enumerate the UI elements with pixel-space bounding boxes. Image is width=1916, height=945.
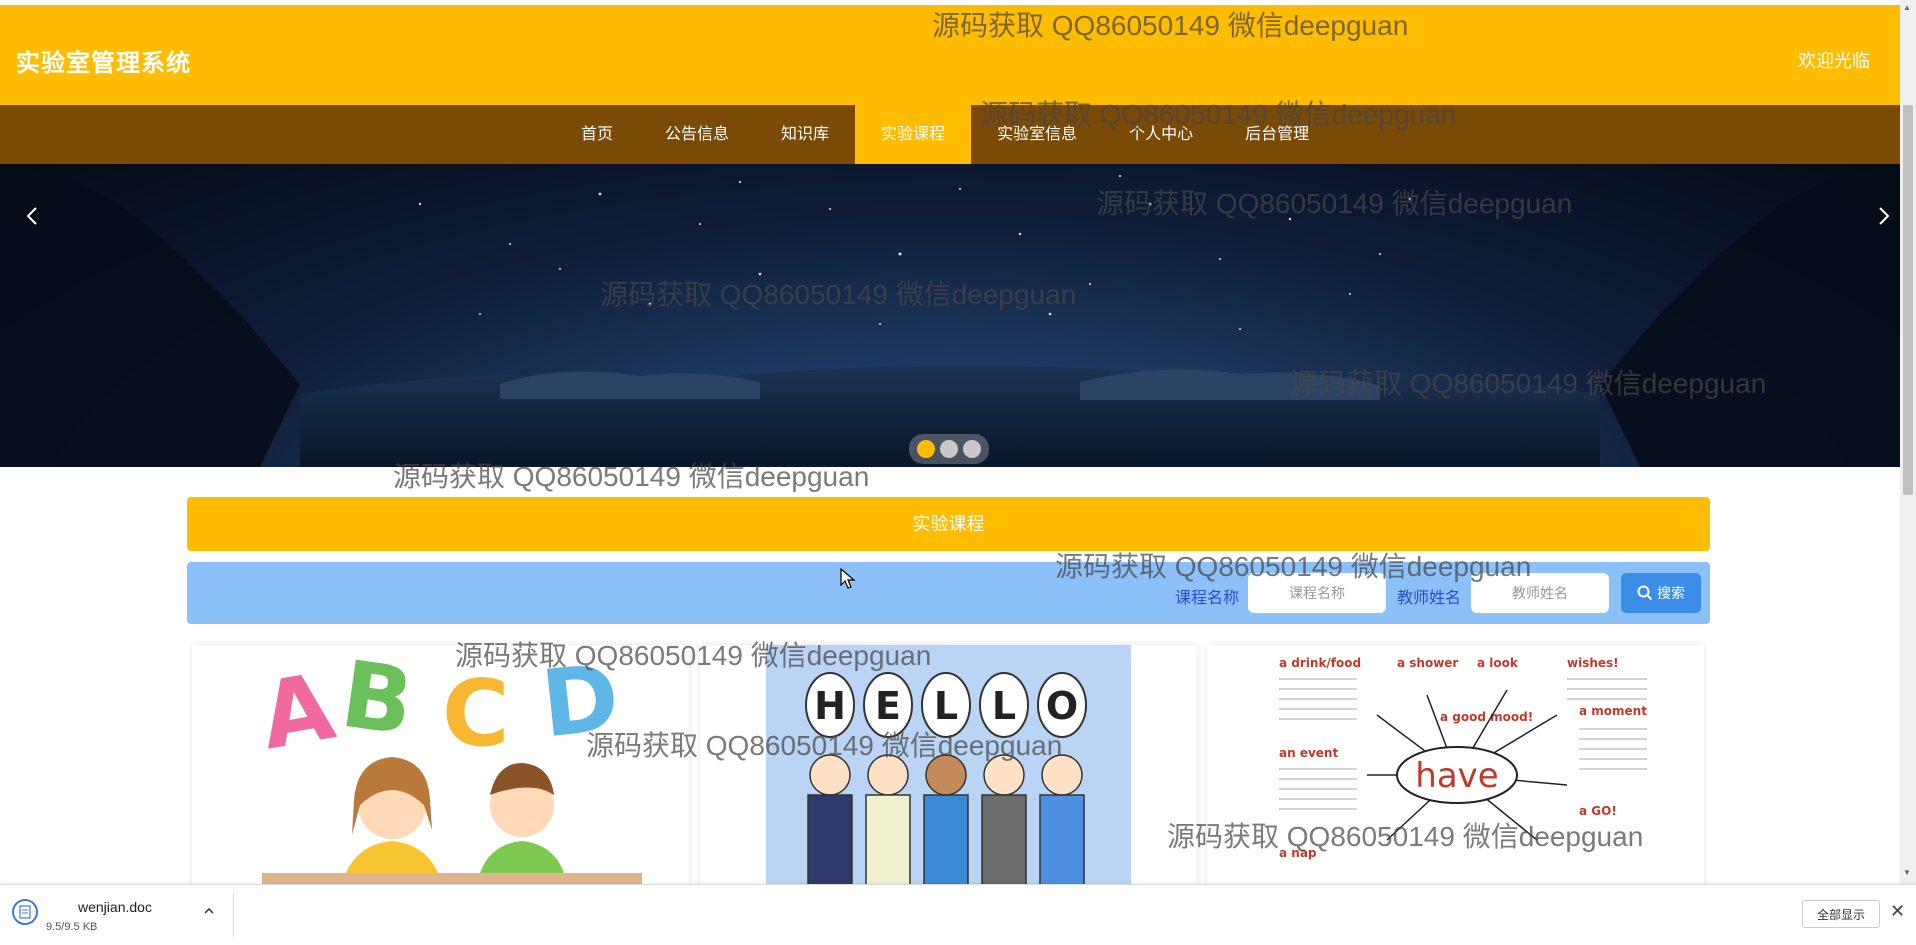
course-image-3: a drink/food a shower a look wishes! an … (1207, 645, 1704, 885)
shelf-divider (233, 893, 234, 937)
svg-text:an event: an event (1279, 746, 1338, 760)
download-shelf: wenjian.doc 9.5/9.5 KB 全部显示 ✕ (0, 884, 1916, 945)
main-nav: 首页 公告信息 知识库 实验课程 实验室信息 个人中心 后台管理 (0, 105, 1900, 164)
svg-text:O: O (1046, 684, 1078, 728)
svg-text:a shower: a shower (1397, 656, 1458, 670)
svg-text:a drink/food: a drink/food (1279, 656, 1361, 670)
carousel-dots (909, 434, 989, 464)
course-card-1[interactable]: A B C D (192, 645, 689, 885)
chevron-left-icon (26, 207, 37, 225)
carousel-dot-1[interactable] (916, 440, 935, 458)
search-bar: 课程名称 教师姓名 搜索 (187, 562, 1710, 624)
mouse-cursor-icon (840, 568, 856, 589)
svg-text:have: have (1415, 756, 1498, 796)
course-image-2: HEL LO (700, 645, 1197, 885)
download-file-name[interactable]: wenjian.doc (78, 899, 152, 915)
svg-text:a moment: a moment (1579, 704, 1647, 718)
page-scrollbar[interactable]: ▲ ▼ (1900, 0, 1916, 944)
site-title[interactable]: 实验室管理系统 (16, 43, 191, 78)
svg-text:H: H (814, 684, 846, 728)
svg-text:B: B (335, 645, 419, 756)
banner-image (0, 164, 1900, 467)
search-icon (1637, 585, 1653, 601)
doc-glyph-icon (19, 905, 31, 919)
svg-text:C: C (442, 660, 510, 767)
course-card-2[interactable]: HEL LO (700, 645, 1197, 885)
carousel-dot-3[interactable] (963, 440, 982, 458)
nav-item-courses[interactable]: 实验课程 (855, 105, 972, 164)
nav-item-home[interactable]: 首页 (555, 105, 639, 164)
document-file-icon[interactable] (12, 899, 38, 925)
svg-text:L: L (992, 684, 1016, 728)
nav-item-admin[interactable]: 后台管理 (1219, 105, 1335, 164)
svg-text:a look: a look (1477, 656, 1519, 670)
download-options-chevron-icon[interactable] (203, 903, 215, 919)
chevron-up-icon (204, 907, 214, 914)
course-image-1: A B C D (192, 645, 689, 885)
section-title: 实验课程 (187, 497, 1710, 551)
close-icon[interactable]: ✕ (1890, 902, 1905, 920)
nav-items: 首页 公告信息 知识库 实验课程 实验室信息 个人中心 后台管理 (555, 105, 1335, 164)
teacher-name-input[interactable] (1471, 573, 1609, 613)
scroll-thumb[interactable] (1903, 105, 1913, 495)
svg-text:D: D (537, 645, 624, 758)
page: 实验室管理系统 欢迎光临 首页 公告信息 知识库 实验课程 实验室信息 个人中心… (0, 0, 1900, 944)
show-all-downloads-button[interactable]: 全部显示 (1802, 900, 1880, 928)
svg-text:a GO!: a GO! (1579, 804, 1617, 818)
scroll-down-arrow-icon[interactable]: ▼ (1903, 868, 1911, 877)
svg-text:wishes!: wishes! (1567, 656, 1619, 670)
svg-text:a nap: a nap (1279, 846, 1317, 860)
nav-item-profile[interactable]: 个人中心 (1103, 105, 1219, 164)
header: 实验室管理系统 欢迎光临 (0, 5, 1900, 105)
banner-carousel (0, 164, 1900, 467)
course-name-input[interactable] (1248, 573, 1386, 613)
download-file-size: 9.5/9.5 KB (46, 921, 98, 933)
course-card-3[interactable]: a drink/food a shower a look wishes! an … (1207, 645, 1704, 885)
scroll-up-arrow-icon[interactable]: ▲ (1903, 3, 1911, 12)
svg-text:a good mood!: a good mood! (1440, 710, 1533, 724)
nav-item-announcements[interactable]: 公告信息 (639, 105, 755, 164)
teacher-name-label: 教师姓名 (1397, 590, 1462, 607)
carousel-dot-2[interactable] (939, 440, 958, 458)
course-name-label: 课程名称 (1175, 590, 1240, 607)
welcome-text: 欢迎光临 (1798, 51, 1870, 71)
svg-text:L: L (934, 684, 958, 728)
search-button-label: 搜索 (1657, 585, 1685, 601)
chevron-right-icon (1879, 207, 1890, 225)
nav-item-knowledge-base[interactable]: 知识库 (755, 105, 855, 164)
svg-text:E: E (875, 684, 901, 728)
nav-item-lab-info[interactable]: 实验室信息 (971, 105, 1103, 164)
search-button[interactable]: 搜索 (1621, 573, 1701, 613)
